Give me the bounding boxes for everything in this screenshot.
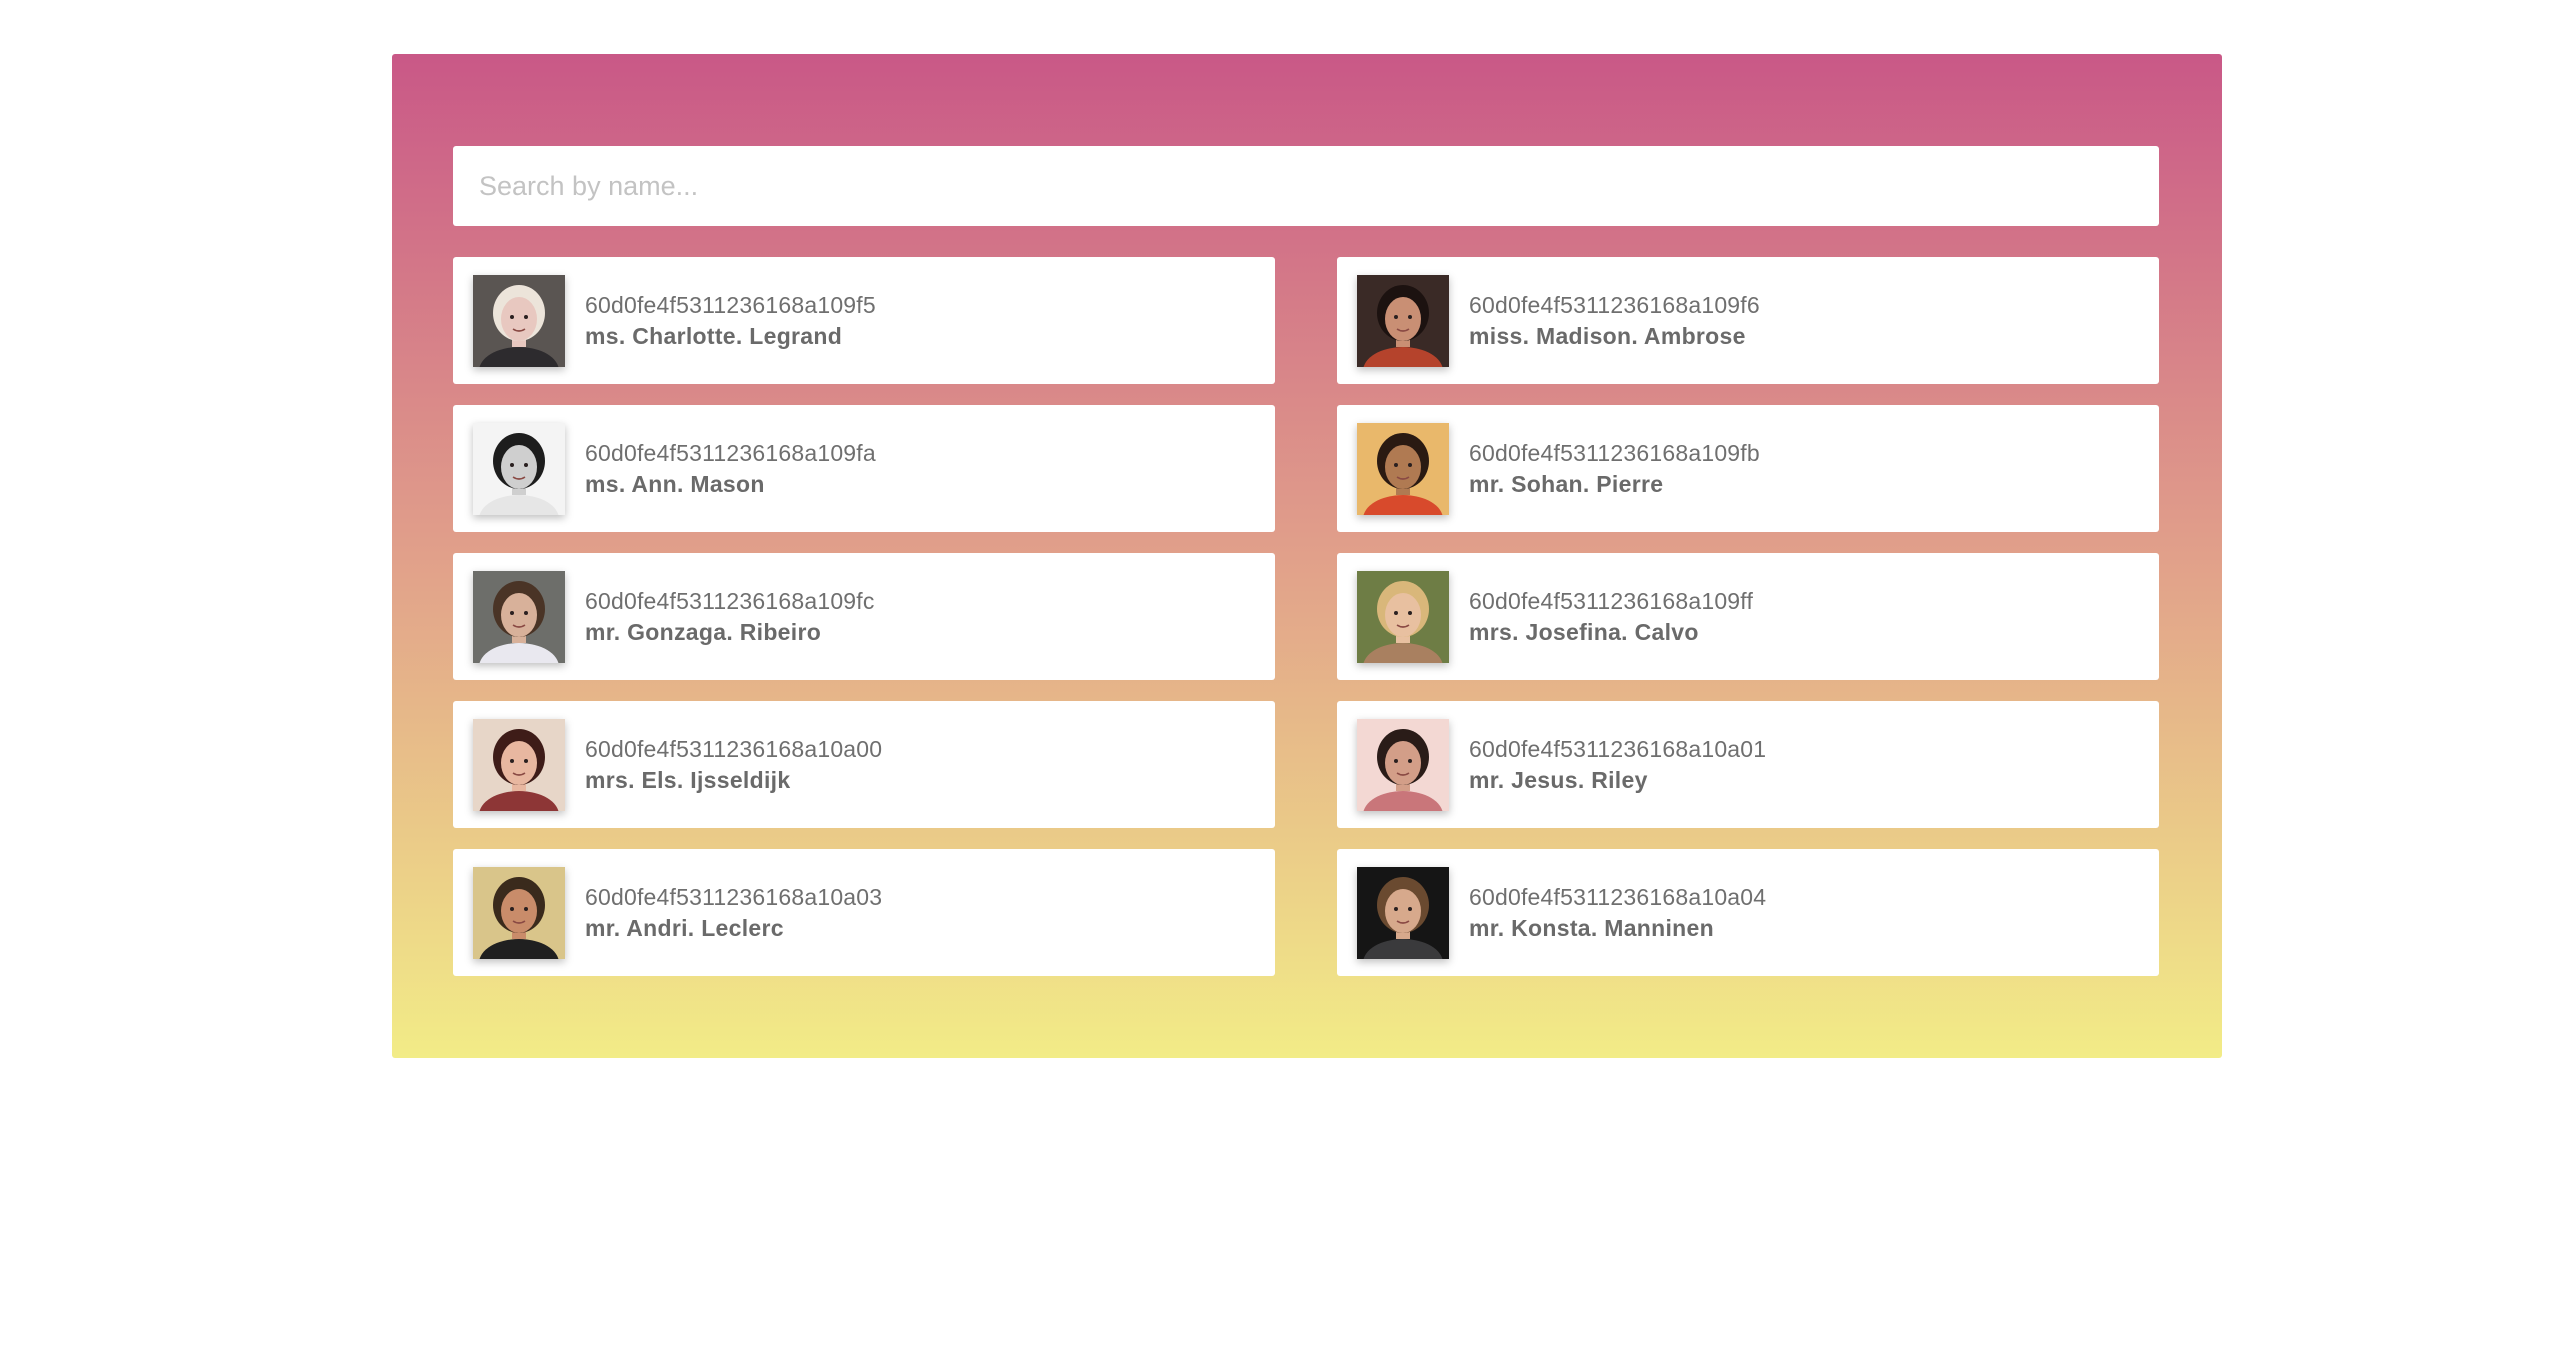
user-id: 60d0fe4f5311236168a10a03 — [585, 883, 883, 910]
search-box[interactable] — [453, 145, 2159, 227]
user-avatar — [473, 274, 565, 367]
user-card[interactable]: 60d0fe4f5311236168a109ff mrs. Josefina. C… — [1337, 553, 2159, 680]
user-info: 60d0fe4f5311236168a109fc mr. Gonzaga. Rib… — [585, 586, 875, 648]
user-name: mr. Jesus. Riley — [1469, 766, 1648, 793]
user-avatar — [473, 422, 565, 515]
user-card[interactable]: 60d0fe4f5311236168a109f5 ms. Charlotte. L… — [453, 257, 1275, 384]
user-name: mr. Konsta. Manninen — [1469, 914, 1714, 941]
user-info: 60d0fe4f5311236168a109fb mr. Sohan. Pierr… — [1469, 438, 1760, 500]
user-name: ms. Charlotte. Legrand — [585, 322, 843, 349]
user-id: 60d0fe4f5311236168a109fc — [585, 587, 875, 614]
user-avatar — [1357, 422, 1449, 515]
user-info: 60d0fe4f5311236168a10a04 mr. Konsta. Mann… — [1469, 882, 1766, 944]
user-card[interactable]: 60d0fe4f5311236168a10a01 mr. Jesus. Riley — [1337, 701, 2159, 828]
user-avatar — [473, 718, 565, 811]
user-grid: 60d0fe4f5311236168a109f5 ms. Charlotte. L… — [453, 257, 2159, 976]
user-info: 60d0fe4f5311236168a109f5 ms. Charlotte. L… — [585, 290, 876, 352]
user-card[interactable]: 60d0fe4f5311236168a10a04 mr. Konsta. Mann… — [1337, 849, 2159, 976]
user-info: 60d0fe4f5311236168a109f6 miss. Madison. A… — [1469, 290, 1760, 352]
user-avatar — [473, 570, 565, 663]
user-card[interactable]: 60d0fe4f5311236168a109fb mr. Sohan. Pierr… — [1337, 405, 2159, 532]
user-name: mr. Andri. Leclerc — [585, 914, 784, 941]
user-name: mrs. Josefina. Calvo — [1469, 618, 1699, 645]
user-id: 60d0fe4f5311236168a109f5 — [585, 291, 876, 318]
user-id: 60d0fe4f5311236168a109ff — [1469, 587, 1754, 614]
user-id: 60d0fe4f5311236168a10a00 — [585, 735, 883, 762]
user-card[interactable]: 60d0fe4f5311236168a10a03 mr. Andri. Lecle… — [453, 849, 1275, 976]
user-info: 60d0fe4f5311236168a10a03 mr. Andri. Lecle… — [585, 882, 882, 944]
user-info: 60d0fe4f5311236168a10a00 mrs. Els. Ijssel… — [585, 734, 882, 796]
user-info: 60d0fe4f5311236168a109fa ms. Ann. Mason — [585, 438, 876, 500]
user-id: 60d0fe4f5311236168a109f6 — [1469, 291, 1760, 318]
user-id: 60d0fe4f5311236168a109fa — [585, 439, 876, 466]
user-avatar — [1357, 866, 1449, 959]
user-card[interactable]: 60d0fe4f5311236168a109fa ms. Ann. Mason — [453, 405, 1275, 532]
user-avatar — [473, 866, 565, 959]
user-list-panel: 60d0fe4f5311236168a109f5 ms. Charlotte. L… — [392, 54, 2222, 1058]
user-info: 60d0fe4f5311236168a109ff mrs. Josefina. C… — [1469, 586, 1753, 648]
user-id: 60d0fe4f5311236168a10a04 — [1469, 883, 1767, 910]
user-avatar — [1357, 570, 1449, 663]
user-id: 60d0fe4f5311236168a109fb — [1469, 439, 1760, 466]
user-name: mrs. Els. Ijsseldijk — [585, 766, 791, 793]
user-name: miss. Madison. Ambrose — [1469, 322, 1746, 349]
user-id: 60d0fe4f5311236168a10a01 — [1469, 735, 1767, 762]
user-avatar — [1357, 718, 1449, 811]
user-info: 60d0fe4f5311236168a10a01 mr. Jesus. Riley — [1469, 734, 1766, 796]
user-name: mr. Gonzaga. Ribeiro — [585, 618, 822, 645]
user-card[interactable]: 60d0fe4f5311236168a10a00 mrs. Els. Ijssel… — [453, 701, 1275, 828]
user-card[interactable]: 60d0fe4f5311236168a109fc mr. Gonzaga. Rib… — [453, 553, 1275, 680]
user-name: ms. Ann. Mason — [585, 470, 765, 497]
user-name: mr. Sohan. Pierre — [1469, 470, 1664, 497]
user-card[interactable]: 60d0fe4f5311236168a109f6 miss. Madison. A… — [1337, 257, 2159, 384]
user-avatar — [1357, 274, 1449, 367]
search-input[interactable] — [477, 145, 2159, 227]
